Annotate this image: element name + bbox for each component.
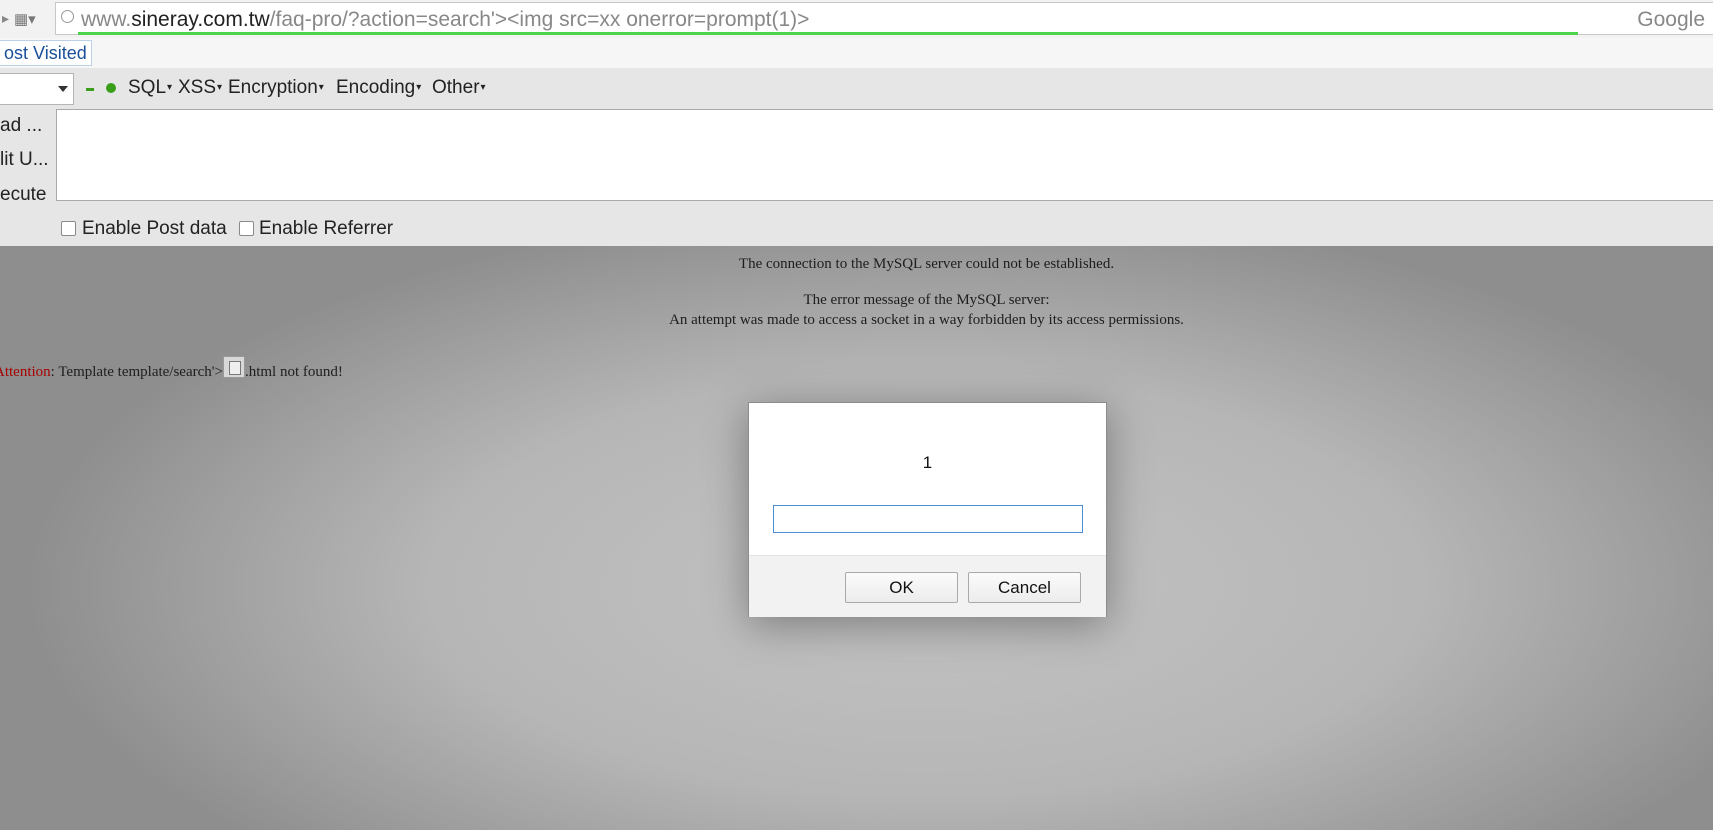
attention-message: Attention: Template template/search'>.ht…: [0, 356, 343, 381]
back-arrow-icon[interactable]: ▸: [2, 10, 9, 27]
bookmarks-bar: ost Visited: [0, 38, 1713, 68]
address-toolbar: ▸ ▦▾ www.sineray.com.tw/faq-pro/?action=…: [0, 0, 1713, 39]
broken-image-icon: [222, 356, 245, 378]
mysql-error-line: The connection to the MySQL server could…: [738, 256, 1115, 272]
dialog-footer: OK Cancel: [749, 555, 1106, 617]
plus-icon[interactable]: [106, 83, 116, 93]
execute-button[interactable]: ecute: [0, 184, 46, 206]
hackbar-select[interactable]: [0, 73, 74, 105]
minus-icon[interactable]: [86, 88, 94, 91]
search-engine-label[interactable]: Google: [1637, 8, 1705, 32]
url-field[interactable]: www.sineray.com.tw/faq-pro/?action=searc…: [55, 2, 1713, 35]
menu-xss[interactable]: XSS▾: [178, 77, 222, 99]
split-url-button[interactable]: lit U...: [0, 149, 49, 171]
menu-other[interactable]: Other▾: [432, 77, 486, 99]
attention-label: Attention: [0, 364, 51, 380]
hackbar-url-textarea[interactable]: [56, 109, 1713, 201]
menu-sql[interactable]: SQL▾: [128, 77, 172, 99]
menu-encryption[interactable]: Encryption▾: [228, 77, 324, 99]
url-text[interactable]: www.sineray.com.tw/faq-pro/?action=searc…: [81, 8, 809, 32]
page-load-progress-bar: [78, 32, 1578, 35]
load-url-button[interactable]: ad ...: [0, 115, 42, 137]
dialog-message: 1: [922, 453, 933, 472]
enable-referrer-label[interactable]: Enable Referrer: [259, 218, 393, 240]
apps-grid-icon[interactable]: ▦▾: [14, 10, 36, 28]
prompt-input[interactable]: [773, 505, 1083, 533]
chevron-down-icon: [58, 86, 68, 92]
menu-encoding[interactable]: Encoding▾: [336, 77, 421, 99]
hackbar-panel: SQL▾ XSS▾ Encryption▾ Encoding▾ Other▾ a…: [0, 68, 1713, 247]
prompt-dialog: 1 OK Cancel: [748, 402, 1107, 617]
enable-referrer-checkbox[interactable]: [239, 221, 254, 236]
ok-button[interactable]: OK: [845, 572, 958, 603]
mysql-error-heading: The error message of the MySQL server:: [803, 292, 1050, 308]
cancel-button[interactable]: Cancel: [968, 572, 1081, 603]
globe-icon: [61, 10, 74, 23]
bookmark-most-visited[interactable]: ost Visited: [0, 40, 92, 66]
enable-post-checkbox[interactable]: [61, 221, 76, 236]
enable-post-label[interactable]: Enable Post data: [82, 218, 227, 240]
url-domain: sineray.com.tw: [131, 8, 270, 31]
mysql-error-message: An attempt was made to access a socket i…: [669, 312, 1184, 328]
